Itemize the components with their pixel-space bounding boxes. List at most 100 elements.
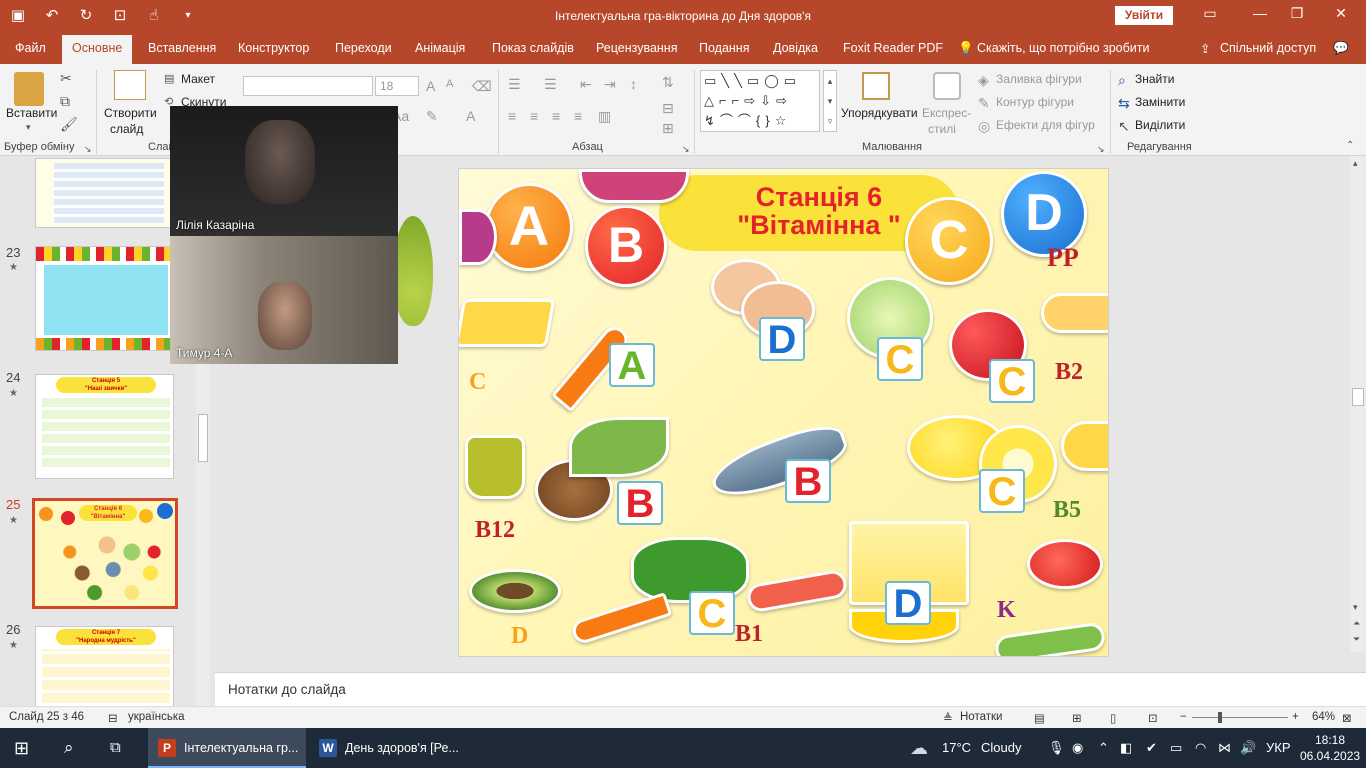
spellcheck-icon[interactable]: ⊟	[108, 711, 118, 725]
zoom-slider[interactable]	[1192, 717, 1288, 718]
zoom-out-icon[interactable]: −	[1180, 711, 1187, 723]
clock[interactable]: 18:18 06.04.2023	[1300, 732, 1360, 764]
slideshow-icon[interactable]: ⊡	[1148, 711, 1158, 725]
new-slide-button-line2[interactable]: слайд	[110, 122, 143, 136]
dialog-launcher-icon[interactable]: ↘	[1097, 144, 1105, 155]
taskbar-word[interactable]: W День здоров'я [Ре...	[309, 728, 467, 768]
shape-effects-button[interactable]: Ефекти для фігур	[996, 118, 1095, 132]
arrange-icon[interactable]	[862, 72, 890, 100]
keyboard-layout[interactable]: УКР	[1266, 728, 1291, 768]
align-right-icon[interactable]: ≡	[552, 108, 560, 124]
scrollbar-thumb[interactable]	[198, 414, 208, 462]
current-slide[interactable]: Станція 6 "Вітамінна " A B C D A D C C B…	[458, 168, 1109, 657]
share-button[interactable]: Спільний доступ	[1220, 41, 1316, 55]
vitamin-box-d-butter[interactable]: D	[885, 581, 931, 625]
vitamin-box-c-parsley[interactable]: C	[689, 591, 735, 635]
fill-bucket-icon[interactable]: ◈	[978, 72, 989, 89]
scroll-down-icon[interactable]: ▾	[1353, 602, 1358, 613]
vitamin-box-c-lemon[interactable]: C	[979, 469, 1025, 513]
select-button[interactable]: Виділити	[1135, 118, 1185, 132]
bullets-icon[interactable]: ☰	[508, 76, 521, 93]
video-tile-1[interactable]: Лілія Казаріна	[170, 106, 398, 236]
slide-thumbnail-26[interactable]: Станція 7 "Народна мудрість"	[35, 626, 174, 706]
volume-icon[interactable]: 🔊	[1240, 728, 1256, 768]
quick-styles-icon[interactable]	[933, 72, 961, 100]
tab-foxit[interactable]: Foxit Reader PDF	[843, 41, 943, 55]
slide-sorter-icon[interactable]: ⊞	[1072, 711, 1082, 725]
vitamin-box-b-fish[interactable]: B	[785, 459, 831, 503]
dialog-launcher-icon[interactable]: ↘	[84, 144, 92, 155]
network-icon[interactable]: ⋈	[1218, 728, 1231, 768]
layout-icon[interactable]: ▤	[164, 72, 174, 85]
tab-help[interactable]: Довідка	[773, 41, 818, 55]
dialog-launcher-icon[interactable]: ↘	[682, 144, 690, 155]
video-tile-2[interactable]: Тимур 4-А	[170, 236, 398, 364]
format-painter-icon[interactable]: 🖌	[60, 116, 78, 133]
paste-button[interactable]: Вставити	[6, 106, 57, 120]
slide-thumbnail-23[interactable]	[35, 246, 174, 351]
taskbar-powerpoint[interactable]: P Інтелектуальна гр...	[148, 728, 306, 768]
numbering-icon[interactable]: ☰	[544, 76, 557, 93]
close-icon[interactable]: ✕	[1326, 5, 1356, 22]
ribbon-display-icon[interactable]: ▭	[1195, 5, 1225, 22]
microphone-icon[interactable]: 🎙	[1048, 728, 1065, 768]
arrange-button[interactable]: Упорядкувати	[841, 106, 918, 120]
find-button[interactable]: Знайти	[1135, 72, 1174, 86]
decrease-font-icon[interactable]: A	[446, 78, 453, 90]
scrollbar-thumb[interactable]	[1352, 388, 1364, 406]
notes-pane[interactable]: Нотатки до слайда	[215, 672, 1366, 706]
shape-outline-button[interactable]: Контур фігури	[996, 95, 1074, 109]
vitamin-box-c-cabbage[interactable]: C	[877, 337, 923, 381]
tab-design[interactable]: Конструктор	[238, 41, 309, 55]
columns-icon[interactable]: ▥	[598, 108, 611, 125]
effects-icon[interactable]: ◎	[978, 118, 990, 135]
tab-transitions[interactable]: Переходи	[335, 41, 392, 55]
layout-button[interactable]: Макет	[181, 72, 215, 86]
paste-icon[interactable]	[14, 72, 44, 106]
notes-placeholder[interactable]: Нотатки до слайда	[228, 682, 346, 697]
smartart-icon[interactable]: ⊞	[662, 120, 674, 137]
weather-desc[interactable]: Cloudy	[981, 728, 1021, 768]
font-name-combo[interactable]	[243, 76, 373, 96]
collapse-ribbon-icon[interactable]: ⌃	[1346, 140, 1354, 151]
zoom-app-icon[interactable]: ◉	[1072, 728, 1083, 768]
next-slide-icon[interactable]: ⏷	[1353, 634, 1360, 645]
tab-home[interactable]: Основне	[62, 35, 133, 64]
vitamin-box-b-walnut[interactable]: B	[617, 481, 663, 525]
zoom-level[interactable]: 64%	[1312, 711, 1335, 723]
slide-thumbnail-22[interactable]	[35, 158, 174, 228]
align-center-icon[interactable]: ≡	[530, 108, 538, 124]
vertical-scrollbar[interactable]: ▴ ▾ ⏶ ⏷	[1350, 156, 1366, 652]
tab-insert[interactable]: Вставлення	[148, 41, 216, 55]
notes-icon[interactable]: ≜	[943, 711, 953, 725]
quick-styles-button-line2[interactable]: стилі	[928, 122, 956, 136]
tab-review[interactable]: Рецензування	[596, 41, 677, 55]
font-size-combo[interactable]: 18	[375, 76, 419, 96]
vitamin-box-a-carrot[interactable]: A	[609, 343, 655, 387]
tab-view[interactable]: Подання	[699, 41, 749, 55]
new-slide-button[interactable]: Створити	[104, 106, 157, 120]
vitamin-box-c-currant[interactable]: C	[989, 359, 1035, 403]
comments-icon[interactable]: 💬	[1333, 41, 1349, 56]
zoom-in-icon[interactable]: +	[1292, 711, 1299, 723]
increase-font-icon[interactable]: A	[426, 78, 435, 94]
wifi-icon[interactable]: ◠	[1195, 728, 1206, 768]
copy-icon[interactable]: ⧉	[60, 93, 70, 110]
tell-me-search[interactable]: Скажіть, що потрібно зробити	[977, 41, 1150, 55]
normal-view-icon[interactable]: ▤	[1034, 711, 1045, 725]
notes-toggle-button[interactable]: Нотатки	[960, 711, 1002, 723]
shape-fill-button[interactable]: Заливка фігури	[996, 72, 1082, 86]
cursor-icon[interactable]: ↖	[1118, 118, 1130, 135]
font-color-icon[interactable]: A	[466, 108, 475, 124]
scroll-up-icon[interactable]: ▴	[1353, 158, 1358, 169]
quick-styles-button[interactable]: Експрес-	[922, 106, 971, 120]
zoom-slider-thumb[interactable]	[1218, 712, 1222, 723]
tab-animations[interactable]: Анімація	[415, 41, 465, 55]
shapes-scroll-icon[interactable]: ▴ ▾ ▿	[823, 70, 837, 132]
battery-icon[interactable]: ▭	[1170, 728, 1182, 768]
windows-start-icon[interactable]: ⊞	[14, 728, 29, 768]
language-indicator[interactable]: українська	[128, 711, 185, 723]
line-spacing-icon[interactable]: ↕	[630, 76, 637, 92]
tray-app-icon[interactable]: ◧	[1120, 728, 1132, 768]
highlight-icon[interactable]: ✎	[426, 108, 438, 125]
